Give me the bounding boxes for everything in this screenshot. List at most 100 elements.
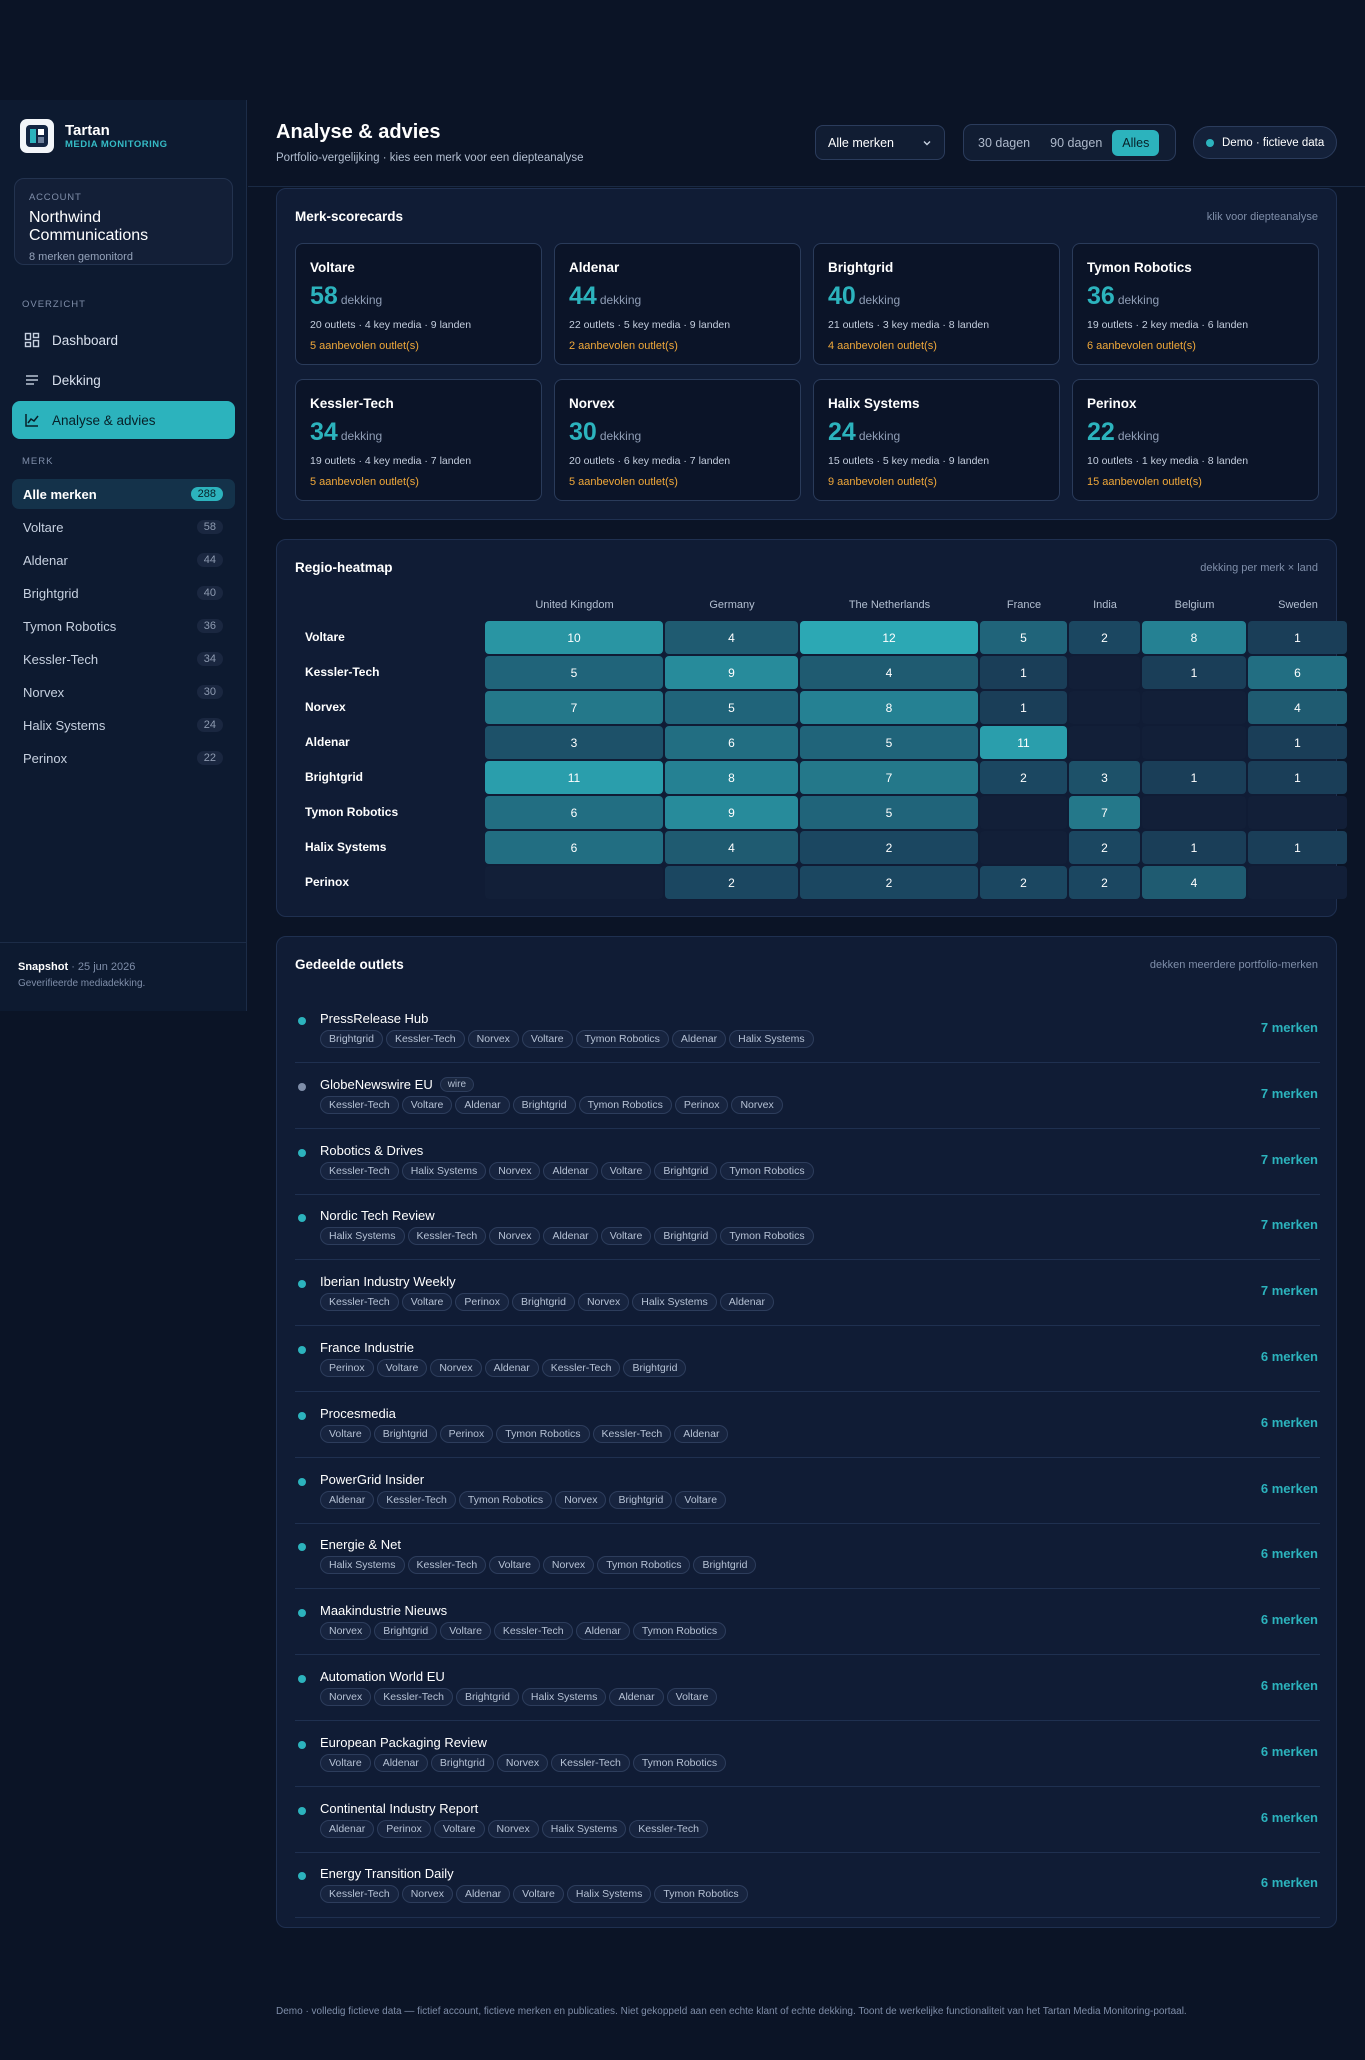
brand-scorecard[interactable]: Brightgrid 40 dekking 21 outlets · 3 key me…: [813, 243, 1060, 365]
heatmap-cell[interactable]: 6: [1248, 656, 1347, 689]
heatmap-cell[interactable]: 6: [485, 831, 663, 864]
brand-scorecard[interactable]: Halix Systems 24 dekking 15 outlets · 5 key…: [813, 379, 1060, 501]
brand-tag: Brightgrid: [374, 1622, 438, 1641]
heatmap-cell[interactable]: 1: [1248, 726, 1347, 759]
heatmap-cell[interactable]: 5: [980, 621, 1067, 654]
heatmap-cell[interactable]: [1069, 691, 1140, 724]
heatmap-cell[interactable]: 7: [800, 761, 978, 794]
sidebar-brand-item[interactable]: Perinox 22: [12, 743, 235, 773]
heatmap-cell[interactable]: 2: [980, 761, 1067, 794]
heatmap-cell[interactable]: [1142, 691, 1246, 724]
nav-dekking[interactable]: Dekking: [12, 361, 235, 399]
heatmap-cell[interactable]: 2: [980, 866, 1067, 899]
heatmap-cell[interactable]: 11: [980, 726, 1067, 759]
heatmap-cell[interactable]: [485, 866, 663, 899]
heatmap-cell[interactable]: 3: [1069, 761, 1140, 794]
heatmap-cell[interactable]: 4: [665, 831, 798, 864]
outlet-dot-icon: [298, 1609, 306, 1618]
outlet-brand-count: 7 merken: [1260, 1283, 1318, 1299]
shared-outlet-row[interactable]: Iberian Industry Weekly Kessler-Tech Volta…: [295, 1260, 1320, 1327]
brand-scorecard[interactable]: Perinox 22 dekking 10 outlets · 1 key media…: [1072, 379, 1319, 501]
sidebar-brand-item[interactable]: Aldenar 44: [12, 545, 235, 575]
shared-outlet-row[interactable]: France Industrie Perinox Voltare Norvex Alde…: [295, 1326, 1320, 1392]
range-all[interactable]: Alles: [1112, 129, 1160, 156]
heatmap-cell[interactable]: 1: [1142, 831, 1246, 864]
heatmap-cell[interactable]: 7: [485, 691, 663, 724]
shared-outlet-row[interactable]: PowerGrid Insider Aldenar Kessler-Tech Tymo…: [295, 1458, 1320, 1524]
heatmap-cell[interactable]: [1248, 866, 1347, 899]
sidebar-brand-item[interactable]: Brightgrid 40: [12, 578, 235, 608]
shared-outlet-row[interactable]: GlobeNewswire EU wire Kessler-Tech Voltare A…: [295, 1063, 1320, 1129]
heatmap-cell[interactable]: 1: [980, 656, 1067, 689]
range-90-days[interactable]: 90 dagen: [1040, 130, 1112, 156]
heatmap-cell[interactable]: 10: [485, 621, 663, 654]
sidebar-brand-item[interactable]: Voltare 58: [12, 512, 235, 542]
heatmap-cell[interactable]: 1: [1248, 621, 1347, 654]
heatmap-cell[interactable]: 8: [800, 691, 978, 724]
heatmap-cell[interactable]: 6: [665, 726, 798, 759]
shared-outlet-row[interactable]: Continental Industry Report Aldenar Perino…: [295, 1787, 1320, 1853]
brand-scorecard[interactable]: Tymon Robotics 36 dekking 19 outlets · 2 ke…: [1072, 243, 1319, 365]
heatmap-cell[interactable]: 8: [1142, 621, 1246, 654]
heatmap-cell[interactable]: 1: [1142, 656, 1246, 689]
heatmap-cell[interactable]: 2: [665, 866, 798, 899]
heatmap-cell[interactable]: 2: [800, 831, 978, 864]
sidebar-brand-item[interactable]: Alle merken 288: [12, 479, 235, 509]
heatmap-cell[interactable]: 1: [1248, 831, 1347, 864]
heatmap-cell[interactable]: [1248, 796, 1347, 829]
heatmap-cell[interactable]: 5: [800, 726, 978, 759]
scorecard-unit: dekking: [340, 429, 383, 443]
shared-outlet-row[interactable]: PressRelease Hub Brightgrid Kessler-Tech No…: [295, 997, 1320, 1063]
heatmap-cell[interactable]: 12: [800, 621, 978, 654]
sidebar-brand-item[interactable]: Kessler-Tech 34: [12, 644, 235, 674]
heatmap-cell[interactable]: [1142, 796, 1246, 829]
brand-scorecard[interactable]: Aldenar 44 dekking 22 outlets · 5 key media…: [554, 243, 801, 365]
heatmap-cell[interactable]: [980, 796, 1067, 829]
heatmap-cell[interactable]: 2: [1069, 866, 1140, 899]
heatmap-cell[interactable]: [1069, 656, 1140, 689]
shared-outlet-row[interactable]: European Packaging Review Voltare Aldenar B…: [295, 1721, 1320, 1787]
heatmap-cell[interactable]: 2: [800, 866, 978, 899]
heatmap-cell[interactable]: 5: [665, 691, 798, 724]
heatmap-cell[interactable]: 4: [1142, 866, 1246, 899]
heatmap-cell[interactable]: 1: [980, 691, 1067, 724]
heatmap-cell[interactable]: 4: [665, 621, 798, 654]
brand-logo-link[interactable]: Tartan MEDIA MONITORING: [20, 119, 167, 153]
nav-analyse-advies[interactable]: Analyse & advies: [12, 401, 235, 439]
heatmap-cell[interactable]: 8: [665, 761, 798, 794]
heatmap-cell[interactable]: [980, 831, 1067, 864]
shared-outlet-row[interactable]: Automation World EU Norvex Kessler-Tech Bri…: [295, 1655, 1320, 1721]
heatmap-cell[interactable]: 1: [1142, 761, 1246, 794]
heatmap-cell[interactable]: 4: [1248, 691, 1347, 724]
heatmap-cell[interactable]: 9: [665, 656, 798, 689]
heatmap-cell[interactable]: 11: [485, 761, 663, 794]
heatmap-cell[interactable]: 5: [800, 796, 978, 829]
sidebar-brand-item[interactable]: Norvex 30: [12, 677, 235, 707]
heatmap-cell[interactable]: [1069, 726, 1140, 759]
brand-select[interactable]: Alle merken: [815, 125, 945, 160]
account-card[interactable]: ACCOUNT Northwind Communications 8 merke…: [14, 178, 233, 265]
range-30-days[interactable]: 30 dagen: [968, 130, 1040, 156]
heatmap-cell[interactable]: 4: [800, 656, 978, 689]
heatmap-cell[interactable]: 3: [485, 726, 663, 759]
heatmap-cell[interactable]: [1142, 726, 1246, 759]
shared-outlet-row[interactable]: Robotics & Drives Kessler-Tech Halix Syste…: [295, 1129, 1320, 1195]
heatmap-cell[interactable]: 1: [1248, 761, 1347, 794]
brand-scorecard[interactable]: Kessler-Tech 34 dekking 19 outlets · 4 key …: [295, 379, 542, 501]
heatmap-cell[interactable]: 2: [1069, 831, 1140, 864]
sidebar-brand-item[interactable]: Tymon Robotics 36: [12, 611, 235, 641]
sidebar-brand-item[interactable]: Halix Systems 24: [12, 710, 235, 740]
heatmap-cell[interactable]: 9: [665, 796, 798, 829]
heatmap-cell[interactable]: 6: [485, 796, 663, 829]
brand-scorecard[interactable]: Voltare 58 dekking 20 outlets · 4 key media…: [295, 243, 542, 365]
shared-outlet-row[interactable]: Energie & Net Halix Systems Kessler-Tech Vo…: [295, 1523, 1320, 1590]
heatmap-cell[interactable]: 7: [1069, 796, 1140, 829]
shared-outlet-row[interactable]: Procesmedia Voltare Brightgrid Perinox Tymon…: [295, 1392, 1320, 1458]
shared-outlet-row[interactable]: Nordic Tech Review Halix Systems Kessler-T…: [295, 1194, 1320, 1261]
shared-outlet-row[interactable]: Energy Transition Daily Kessler-Tech Norve…: [295, 1852, 1320, 1919]
heatmap-cell[interactable]: 5: [485, 656, 663, 689]
heatmap-cell[interactable]: 2: [1069, 621, 1140, 654]
brand-scorecard[interactable]: Norvex 30 dekking 20 outlets · 6 key media …: [554, 379, 801, 501]
shared-outlet-row[interactable]: Maakindustrie Nieuws Norvex Brightgrid Volt…: [295, 1589, 1320, 1656]
nav-dashboard[interactable]: Dashboard: [12, 321, 235, 359]
